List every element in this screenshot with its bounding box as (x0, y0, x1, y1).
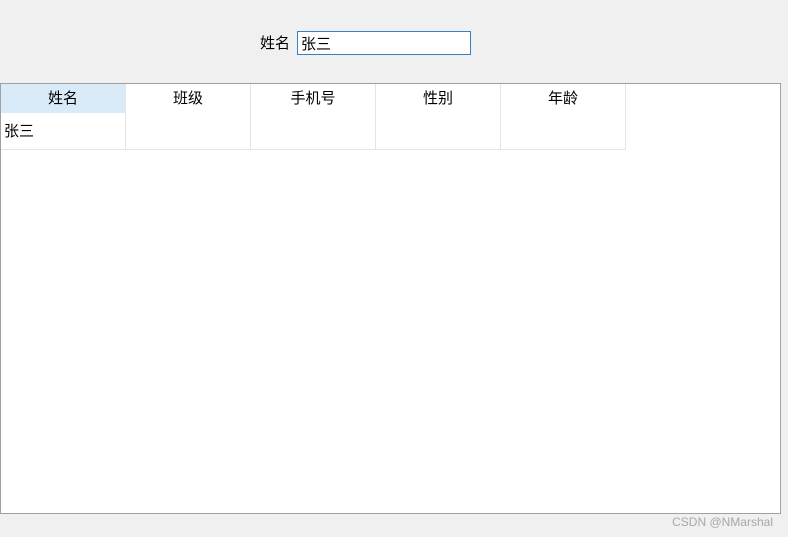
cell-name[interactable]: 张三 (1, 113, 126, 150)
grid-header: 姓名 班级 手机号 性别 年龄 (1, 84, 626, 113)
name-input[interactable] (297, 31, 471, 55)
cell-phone[interactable] (251, 113, 376, 150)
name-label: 姓名 (260, 34, 291, 52)
column-header-gender[interactable]: 性别 (376, 84, 501, 113)
column-header-name[interactable]: 姓名 (1, 84, 126, 113)
cell-age[interactable] (501, 113, 626, 150)
column-header-class[interactable]: 班级 (126, 84, 251, 113)
table-row[interactable]: 张三 (1, 113, 626, 150)
cell-gender[interactable] (376, 113, 501, 150)
data-grid[interactable]: 姓名 班级 手机号 性别 年龄 张三 (0, 83, 781, 514)
watermark: CSDN @NMarshal (672, 515, 773, 529)
column-header-age[interactable]: 年龄 (501, 84, 626, 113)
column-header-phone[interactable]: 手机号 (251, 84, 376, 113)
cell-class[interactable] (126, 113, 251, 150)
